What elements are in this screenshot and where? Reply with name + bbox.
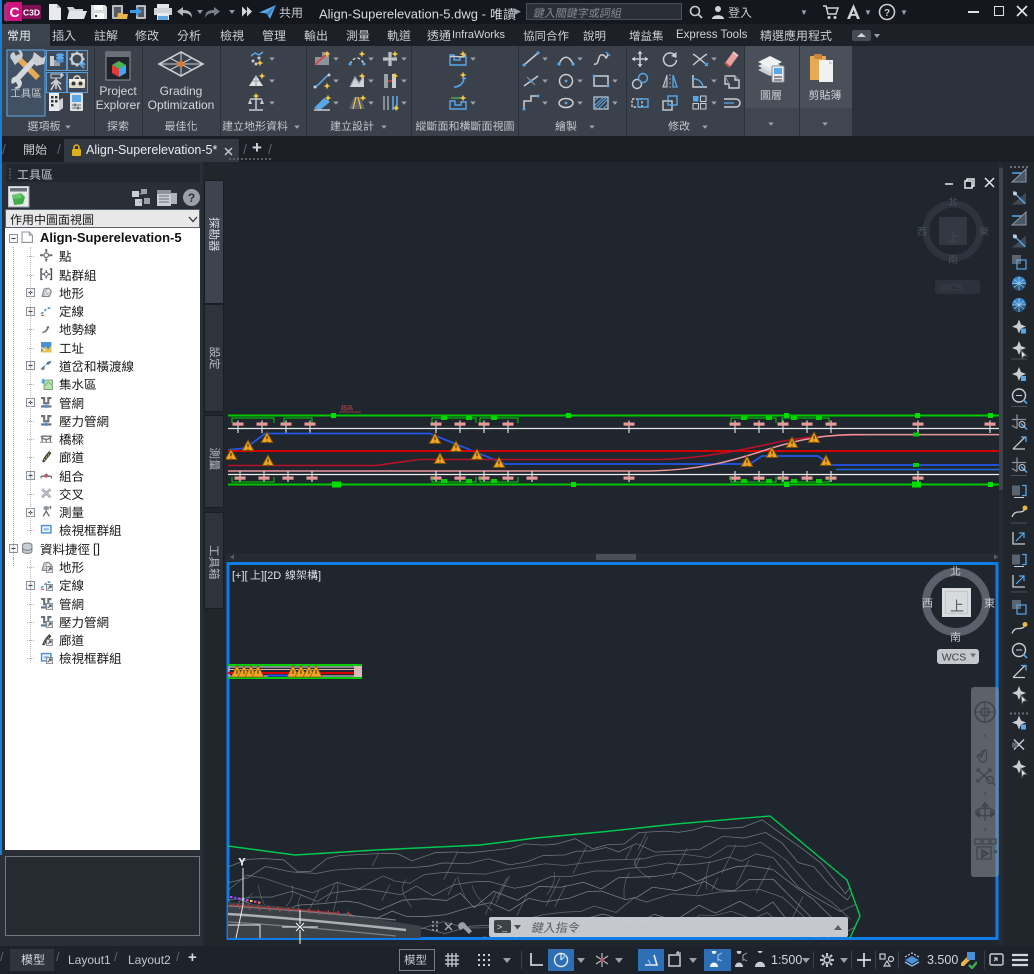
svg-text:WCS: WCS [939, 283, 963, 294]
svg-text:Y: Y [239, 857, 245, 867]
svg-text:]: ] [318, 570, 321, 582]
svg-text:Project: Project [99, 84, 137, 98]
svg-text:?: ? [884, 8, 890, 19]
svg-text:C: C [9, 4, 19, 20]
svg-text:][2D: ][2D [261, 570, 281, 582]
svg-text:[+][: [+][ [232, 570, 248, 582]
svg-text:WCS: WCS [942, 652, 967, 664]
svg-text:Grading: Grading [160, 84, 203, 98]
svg-text:Explorer: Explorer [96, 98, 141, 112]
svg-text:>_: >_ [497, 922, 508, 932]
svg-text:Optimization: Optimization [148, 98, 215, 112]
svg-text:?: ? [188, 191, 195, 205]
svg-text:C3D: C3D [23, 8, 40, 18]
